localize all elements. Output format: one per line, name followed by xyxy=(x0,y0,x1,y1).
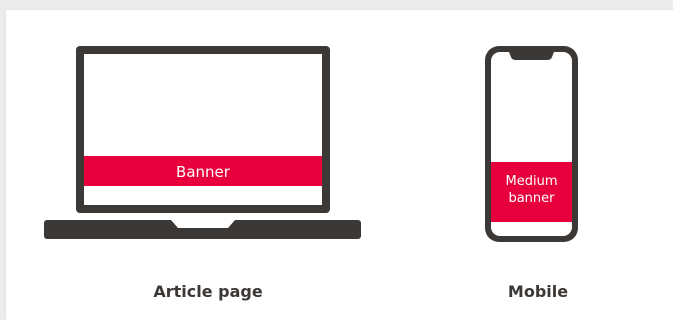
devices-illustration: Banner Medium banner xyxy=(44,46,578,242)
phone-banner-label-line2: banner xyxy=(508,191,555,206)
illustration-card: Banner Medium banner Article page Mobile xyxy=(6,10,673,320)
mobile-phone-icon: Medium banner xyxy=(485,46,578,242)
laptop-trackpad-notch xyxy=(171,220,235,228)
laptop-icon: Banner xyxy=(44,46,361,239)
mobile-caption: Mobile xyxy=(507,282,569,301)
laptop-banner-label: Banner xyxy=(176,163,231,181)
article-page-caption: Article page xyxy=(153,282,263,301)
phone-notch xyxy=(509,52,554,60)
phone-banner-label-line1: Medium xyxy=(506,174,558,189)
